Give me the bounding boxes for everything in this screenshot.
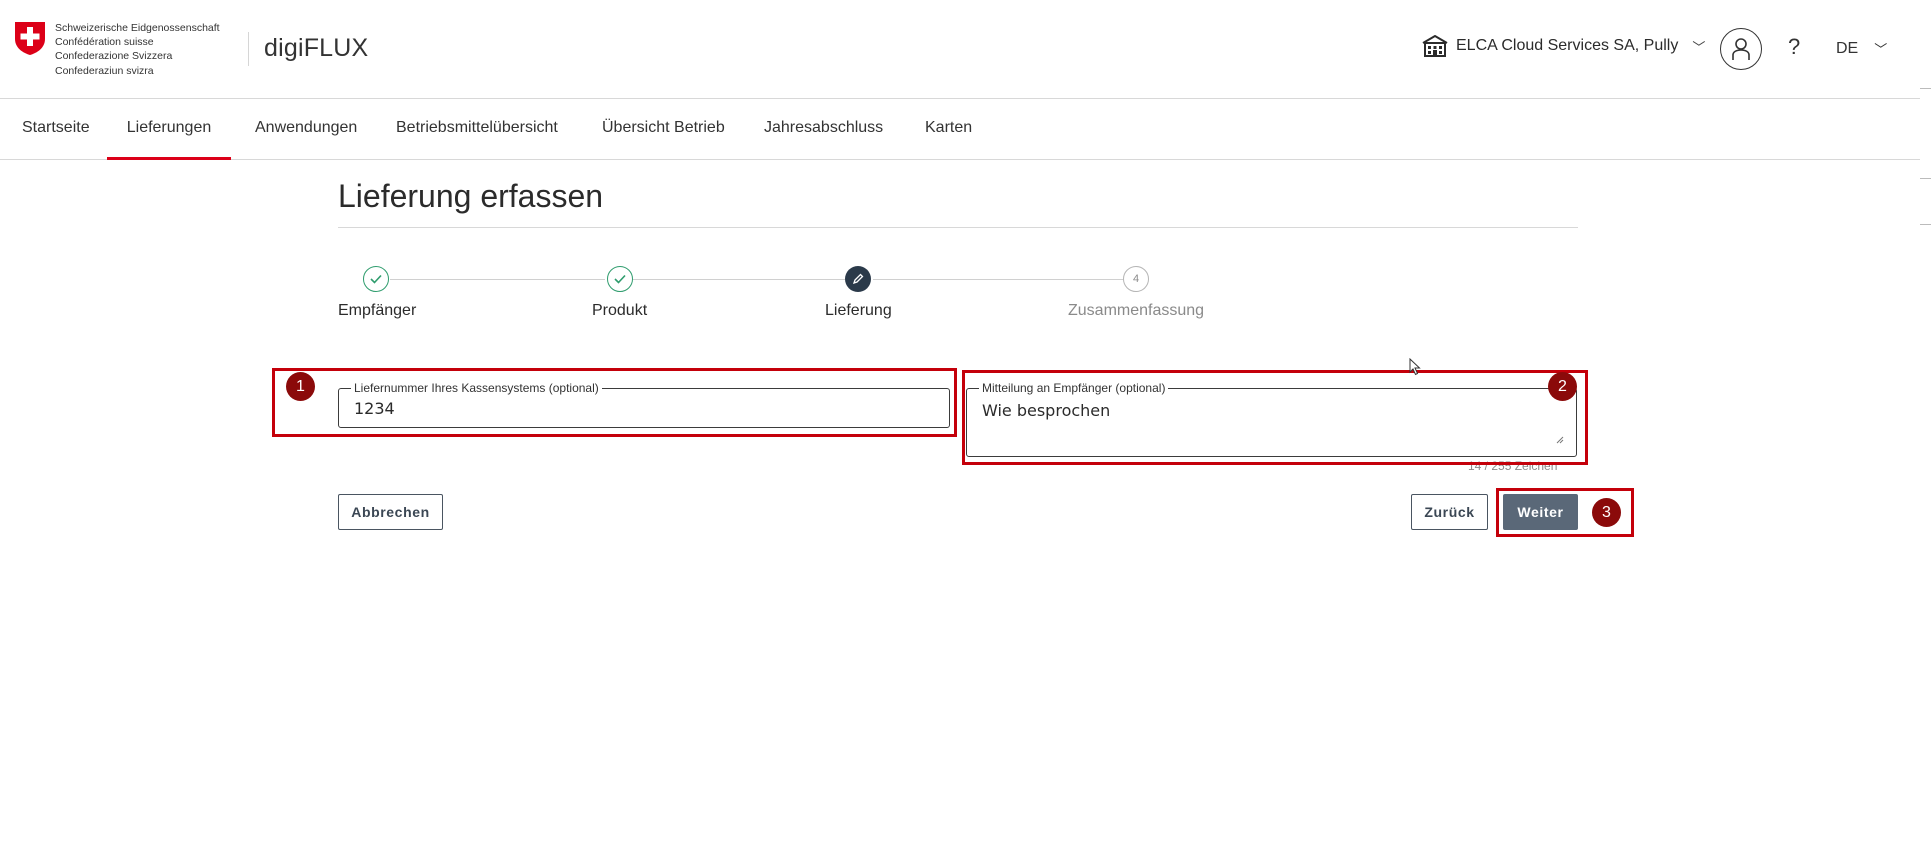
annotation-badge-3: 3: [1592, 498, 1621, 527]
step-4-indicator: 4: [1123, 266, 1149, 292]
confederation-line-de: Schweizerische Eidgenossenschaft: [55, 22, 220, 34]
organization-name: ELCA Cloud Services SA, Pully: [1456, 37, 1679, 54]
nav-item-betriebsmitteluebersicht[interactable]: Betriebsmittelübersicht: [396, 100, 558, 160]
step-label-empfaenger[interactable]: Empfänger: [338, 302, 416, 320]
annotation-badge-1: 1: [286, 372, 315, 401]
brand-divider: [248, 32, 249, 66]
user-profile-button[interactable]: [1720, 28, 1762, 70]
step-label-lieferung: Lieferung: [825, 302, 892, 319]
checkmark-icon: [614, 274, 626, 284]
checkmark-icon: [370, 274, 382, 284]
side-panel-divider: [1920, 178, 1931, 179]
help-button[interactable]: ?: [1788, 34, 1800, 60]
nav-item-startseite[interactable]: Startseite: [22, 100, 90, 160]
organization-selector[interactable]: ELCA Cloud Services SA, Pully ﹀: [1422, 35, 1705, 57]
step-label-zusammenfassung: Zusammenfassung: [1068, 302, 1205, 319]
nav-item-uebersicht-betrieb[interactable]: Übersicht Betrieb: [602, 100, 725, 160]
back-button[interactable]: Zurück: [1411, 494, 1488, 530]
language-label: DE: [1836, 39, 1859, 57]
user-icon: [1732, 38, 1750, 60]
app-header: Schweizerische Eidgenossenschaft Confédé…: [0, 0, 1920, 99]
nav-item-anwendungen[interactable]: Anwendungen: [255, 100, 357, 160]
step-1-indicator[interactable]: [363, 266, 389, 292]
page-title: Lieferung erfassen: [338, 178, 604, 214]
nav-item-lieferungen[interactable]: Lieferungen: [107, 100, 231, 160]
step-connector: [873, 279, 1123, 280]
confederation-line-fr: Confédération suisse: [55, 36, 154, 49]
confederation-line-rm: Confederaziun svizra: [55, 64, 154, 77]
mouse-cursor-icon: [1409, 358, 1421, 376]
building-icon: [1422, 35, 1448, 57]
swiss-coat-of-arms-logo: [15, 22, 45, 55]
confederation-name: Schweizerische Eidgenossenschaft Confédé…: [55, 21, 220, 78]
nav-item-karten[interactable]: Karten: [925, 100, 972, 160]
chevron-down-icon: ﹀: [1692, 39, 1706, 55]
main-navigation: Startseite Lieferungen Anwendungen Betri…: [0, 100, 1920, 160]
confederation-line-it: Confederazione Svizzera: [55, 50, 173, 63]
side-panel-divider: [1920, 88, 1931, 89]
app-name[interactable]: digiFLUX: [264, 34, 368, 63]
annotation-box-1: [272, 368, 957, 437]
nav-item-jahresabschluss[interactable]: Jahresabschluss: [764, 100, 883, 160]
step-connector: [390, 279, 605, 280]
step-connector: [633, 279, 845, 280]
step-3-indicator: [845, 266, 871, 292]
title-divider: [338, 227, 1578, 228]
side-panel-divider: [1920, 224, 1931, 225]
annotation-box-2: [962, 370, 1588, 465]
language-selector[interactable]: DE ﹀: [1836, 39, 1887, 58]
step-2-indicator[interactable]: [607, 266, 633, 292]
annotation-badge-2: 2: [1548, 372, 1577, 401]
side-panel-edge: [1920, 0, 1931, 867]
step-label-produkt[interactable]: Produkt: [592, 302, 647, 320]
pencil-icon: [852, 273, 864, 285]
chevron-down-icon: ﹀: [1874, 42, 1888, 57]
cancel-button[interactable]: Abbrechen: [338, 494, 443, 530]
